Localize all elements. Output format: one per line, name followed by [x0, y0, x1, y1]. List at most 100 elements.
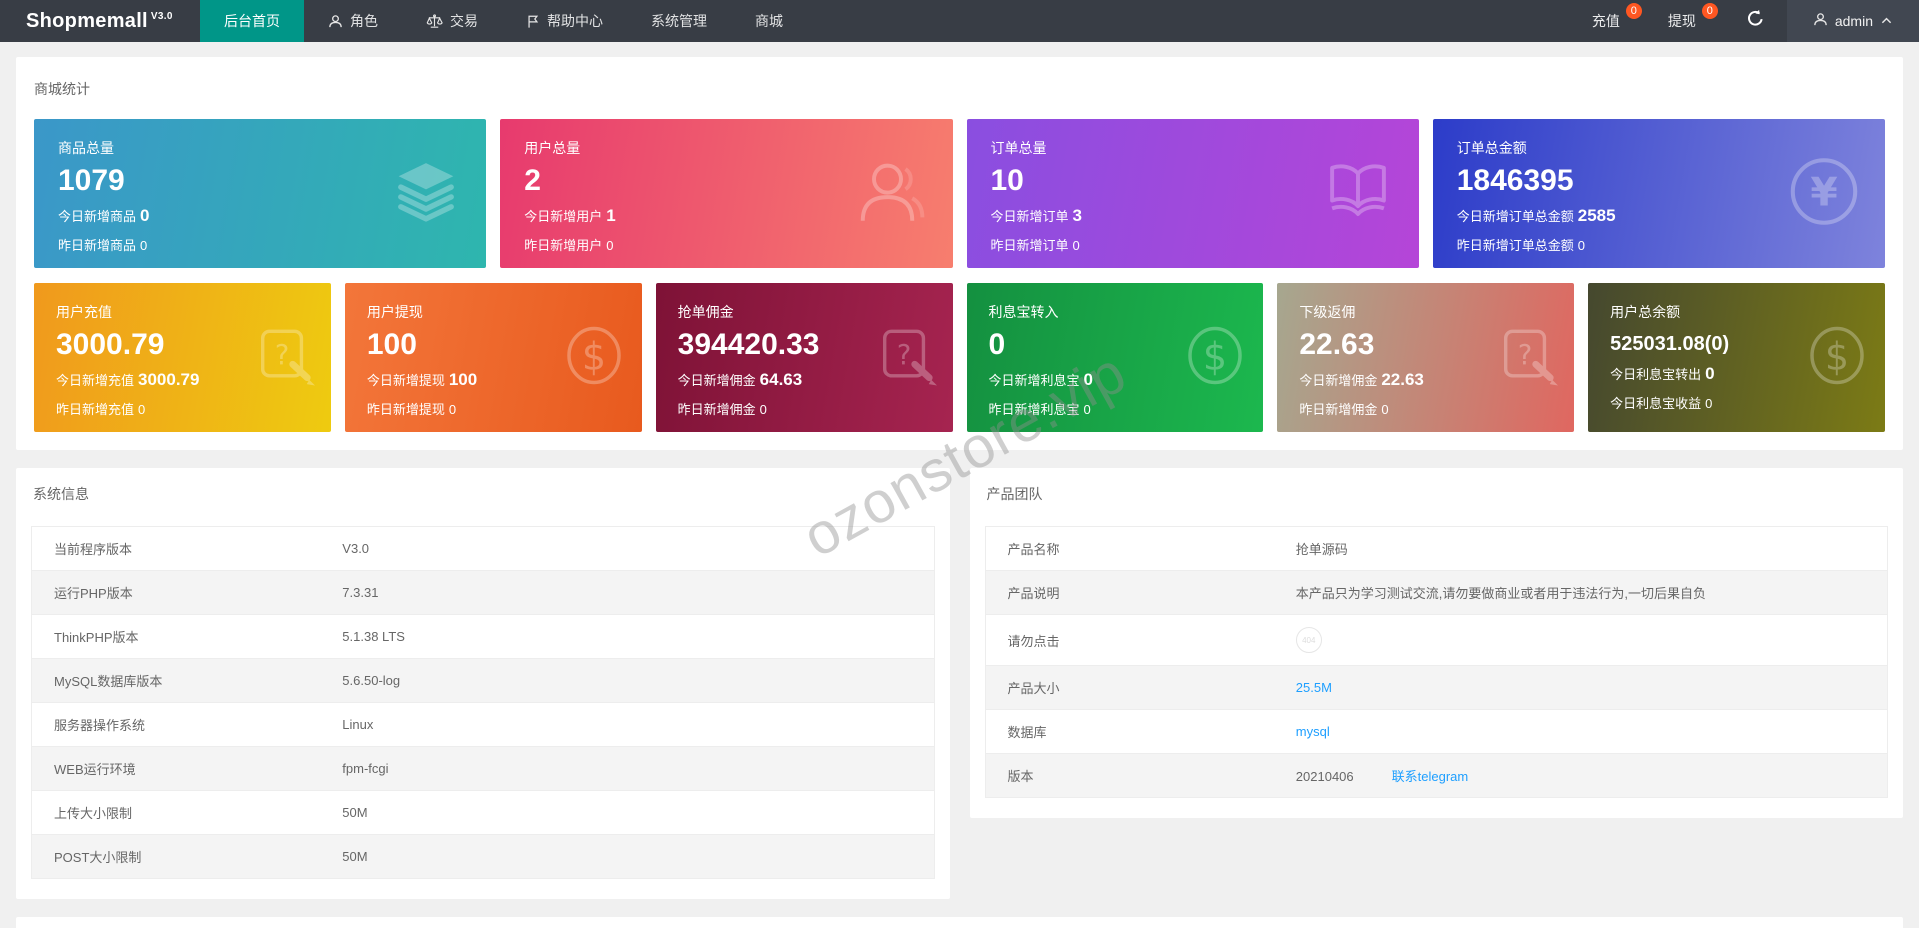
table-row: 产品大小 25.5M: [985, 665, 1888, 710]
table-row: MySQL数据库版本 5.6.50-log: [31, 658, 934, 703]
tile-title: 利息宝转入: [988, 304, 1059, 320]
stat-tile-user-total-balance: 用户总余额 525031.08(0) 今日利息宝转出 0 今日利息宝收益 0 $: [1588, 283, 1885, 432]
svg-text:$: $: [1825, 334, 1849, 378]
system-info-card: 系统信息 当前程序版本 V3.0 运行PHP版本 7.3.31 ThinkPHP版本…: [16, 468, 950, 899]
mall-statistics-title: 商城统计: [34, 81, 90, 97]
table-row: 运行PHP版本 7.3.31: [31, 570, 934, 615]
withdraw-button[interactable]: 提现 0: [1648, 0, 1724, 42]
nav-item-label: 角色: [350, 13, 378, 29]
tile-title: 用户充值: [56, 304, 112, 320]
table-row: 版本 20210406 联系telegram: [985, 753, 1888, 798]
tile-yesterday-line: 昨日新增用户 0: [524, 237, 614, 253]
svg-text:?: ?: [275, 340, 289, 371]
stat-tiles-row-1: 商品总量 1079 今日新增商品 0 昨日新增商品 0 用户总量 2 今日新增用户 1…: [34, 119, 1885, 268]
stat-tile-order-commission: 抢单佣金 394420.33 今日新增佣金 64.63 昨日新增佣金 0 ?: [655, 283, 953, 432]
refresh-button[interactable]: [1724, 0, 1787, 42]
nav-item-label: 后台首页: [224, 13, 280, 29]
doc-question-icon: ?: [253, 324, 315, 391]
stat-tile-total-orders: 订单总量 10 今日新增订单 3 昨日新增订单 0: [966, 119, 1419, 268]
nav-item-roles[interactable]: 角色: [304, 0, 402, 42]
nav-item-trade[interactable]: 交易: [402, 0, 502, 42]
flag-icon: [526, 14, 540, 29]
tile-title: 抢单佣金: [677, 304, 734, 320]
table-row: 服务器操作系统 Linux: [31, 702, 934, 747]
product-size-link[interactable]: 25.5M: [1296, 680, 1332, 695]
top-navbar: Shopmemall V3.0 后台首页 角色 交易 帮助中心 系统管理 商城 充…: [0, 0, 1919, 42]
main-content: 商城统计 商品总量 1079 今日新增商品 0 昨日新增商品 0 用户总量 2 今日…: [0, 42, 1919, 928]
tile-yesterday-line: 昨日新增提现 0: [366, 401, 457, 417]
badge-404[interactable]: 404: [1295, 627, 1322, 653]
doc-question-icon: ?: [875, 324, 937, 391]
layers-icon: [390, 156, 462, 231]
telegram-contact-link[interactable]: 联系telegram: [1392, 769, 1469, 784]
chevron-up-icon: [1880, 13, 1893, 29]
tile-title: 下级返佣: [1299, 304, 1356, 320]
dollar-circle-icon: $: [1183, 322, 1247, 393]
product-team-table: 产品名称 抢单源码 产品说明 本产品只为学习测试交流,请勿要做商业或者用于违法行…: [984, 526, 1888, 798]
stat-tiles-row-2: 用户充值 3000.79 今日新增充值 3000.79 昨日新增充值 0 ? 用户提…: [34, 283, 1885, 432]
scales-icon: [426, 13, 443, 29]
dollar-circle-icon: $: [562, 322, 626, 393]
withdraw-label: 提现: [1667, 13, 1696, 29]
nav-right: 充值 0 提现 0 admin: [1572, 0, 1919, 42]
nav-item-dashboard[interactable]: 后台首页: [200, 0, 304, 42]
app-logo[interactable]: Shopmemall V3.0: [0, 0, 200, 42]
mall-statistics-card: 商城统计 商品总量 1079 今日新增商品 0 昨日新增商品 0 用户总量 2 今日…: [16, 57, 1903, 450]
stat-tile-order-amount: 订单总金额 1846395 今日新增订单总金额 2585 昨日新增订单总金额 0 ¥: [1432, 119, 1885, 268]
recharge-button[interactable]: 充值 0: [1572, 0, 1648, 42]
nav-item-mall[interactable]: 商城: [731, 0, 807, 42]
table-row: 产品名称 抢单源码: [985, 526, 1888, 571]
tile-yesterday-line: 昨日新增利息宝 0: [988, 401, 1091, 417]
nav-item-label: 系统管理: [651, 13, 707, 29]
svg-text:¥: ¥: [1810, 170, 1837, 215]
nav-menu: 后台首页 角色 交易 帮助中心 系统管理 商城: [200, 0, 1572, 42]
svg-text:?: ?: [896, 340, 910, 371]
refresh-icon: [1746, 9, 1765, 33]
svg-text:$: $: [1203, 334, 1227, 378]
book-icon: [1321, 155, 1395, 232]
doc-question-icon: ?: [1496, 324, 1559, 391]
version-number: 20210406: [1295, 769, 1354, 784]
stat-tile-subordinate-rebate: 下级返佣 22.63 今日新增佣金 22.63 昨日新增佣金 0 ?: [1277, 283, 1575, 432]
bottom-cards-row: 系统信息 当前程序版本 V3.0 运行PHP版本 7.3.31 ThinkPHP版本…: [16, 468, 1903, 899]
tile-title: 用户提现: [366, 304, 423, 320]
database-link[interactable]: mysql: [1296, 724, 1330, 739]
tile-yesterday-line: 今日利息宝收益 0: [1610, 396, 1713, 411]
tile-title: 用户总余额: [1610, 304, 1681, 320]
table-row: 数据库 mysql: [985, 709, 1888, 754]
recharge-label: 充值: [1591, 13, 1620, 29]
system-info-title: 系统信息: [33, 486, 89, 502]
tile-yesterday-line: 昨日新增订单总金额 0: [1456, 237, 1585, 253]
stat-tile-total-users: 用户总量 2 今日新增用户 1 昨日新增用户 0: [500, 119, 953, 268]
nav-item-help-center[interactable]: 帮助中心: [502, 0, 627, 42]
table-row: POST大小限制 50M: [31, 834, 934, 879]
users-icon: [855, 155, 929, 232]
user-icon: [328, 14, 343, 29]
tile-yesterday-line: 昨日新增订单 0: [990, 237, 1080, 253]
table-row: 当前程序版本 V3.0: [31, 526, 934, 571]
table-row: 请勿点击 404: [985, 614, 1888, 666]
tile-yesterday-line: 昨日新增商品 0: [58, 237, 148, 253]
withdraw-badge: 0: [1701, 3, 1718, 19]
nav-item-system-settings[interactable]: 系统管理: [627, 0, 731, 42]
stat-tile-user-withdraw: 用户提现 100 今日新增提现 100 昨日新增提现 0 $: [344, 283, 642, 432]
svg-text:$: $: [582, 334, 606, 378]
nav-item-label: 商城: [755, 13, 783, 29]
app-version: V3.0: [150, 10, 173, 22]
recharge-badge: 0: [1625, 3, 1642, 19]
product-team-card: 产品团队 产品名称 抢单源码 产品说明 本产品只为学习测试交流,请勿要做商业或者…: [969, 468, 1903, 818]
stat-tile-user-recharge: 用户充值 3000.79 今日新增充值 3000.79 昨日新增充值 0 ?: [34, 283, 331, 432]
tile-yesterday-line: 昨日新增充值 0: [56, 401, 146, 417]
stat-tile-interest-transfer-in: 利息宝转入 0 今日新增利息宝 0 昨日新增利息宝 0 $: [966, 283, 1264, 432]
nav-item-label: 帮助中心: [547, 13, 603, 29]
table-row: ThinkPHP版本 5.1.38 LTS: [31, 614, 934, 659]
tile-title: 商品总量: [58, 140, 114, 156]
tile-yesterday-line: 昨日新增佣金 0: [1299, 401, 1389, 417]
yen-circle-icon: ¥: [1787, 154, 1861, 233]
admin-menu[interactable]: admin: [1786, 0, 1919, 42]
stat-tile-total-products: 商品总量 1079 今日新增商品 0 昨日新增商品 0: [34, 119, 487, 268]
nav-item-label: 交易: [450, 13, 478, 29]
footer-strip: [16, 917, 1903, 928]
admin-user-icon: [1813, 12, 1828, 30]
table-row: WEB运行环境 fpm-fcgi: [31, 746, 934, 791]
